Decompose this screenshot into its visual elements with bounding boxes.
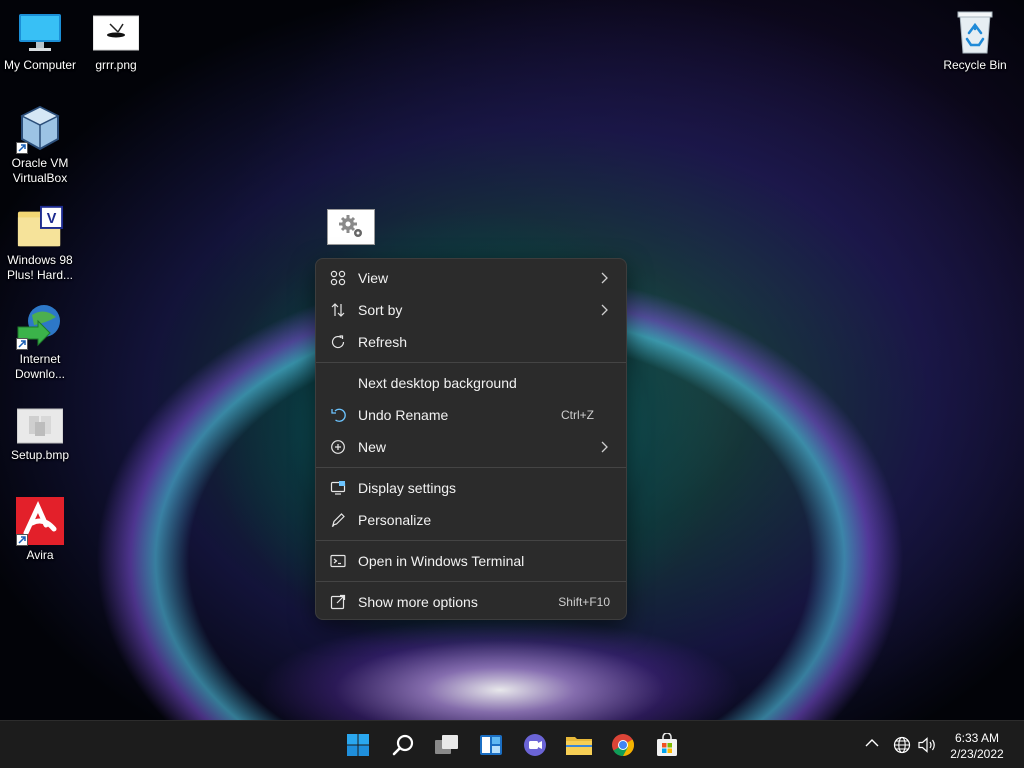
task-view-icon — [435, 735, 458, 754]
teams-chat-button[interactable] — [519, 729, 551, 761]
clock-date: 2/23/2022 — [950, 747, 1004, 761]
desktop-icon-windows98-folder[interactable]: V Windows 98 Plus! Hard... — [0, 203, 80, 283]
menu-separator — [316, 467, 626, 468]
shortcut-arrow-icon — [16, 142, 28, 154]
avira-icon — [16, 496, 64, 546]
view-grid-icon — [330, 270, 346, 286]
menu-item-next-desktop-background[interactable]: Next desktop background — [316, 367, 626, 399]
terminal-icon — [330, 554, 346, 568]
context-menu: View Sort by Refresh Next desktop backgr… — [315, 258, 627, 620]
virtualbox-icon — [16, 104, 64, 154]
menu-separator — [316, 581, 626, 582]
desktop-icon-my-computer[interactable]: My Computer — [0, 10, 80, 73]
gears-icon — [339, 215, 362, 237]
refresh-icon — [331, 335, 345, 349]
desktop-icon-avira[interactable]: Avira — [0, 496, 80, 563]
menu-item-refresh[interactable]: Refresh — [316, 326, 626, 358]
menu-item-personalize[interactable]: Personalize — [316, 504, 626, 536]
menu-item-label: Personalize — [358, 512, 432, 528]
svg-text:V: V — [47, 211, 57, 227]
menu-item-label: Display settings — [358, 480, 457, 496]
menu-item-view[interactable]: View — [316, 262, 626, 294]
menu-item-label: Show more options — [358, 594, 478, 610]
microsoft-store-icon — [657, 733, 677, 756]
desktop-icon-label: Windows 98 Plus! Hard... — [6, 253, 74, 282]
menu-item-label: Sort by — [358, 302, 403, 318]
menu-item-label: Refresh — [358, 334, 408, 350]
chrome-icon — [612, 734, 634, 756]
menu-item-label: Open in Windows Terminal — [358, 553, 525, 569]
desktop-icon-virtualbox[interactable]: Oracle VM VirtualBox — [0, 104, 80, 186]
taskbar: 6:33 AM 2/23/2022 — [0, 720, 1024, 768]
desktop-icon-grrr-png[interactable]: grrr.png — [76, 10, 156, 73]
sort-icon — [331, 303, 345, 317]
menu-item-label: Undo Rename — [358, 407, 449, 423]
new-plus-icon — [331, 440, 345, 454]
desktop-icon-label: Recycle Bin — [943, 58, 1007, 72]
clock-time: 6:33 AM — [954, 731, 1000, 745]
menu-item-sort-by[interactable]: Sort by — [316, 294, 626, 326]
volume-icon[interactable] — [917, 736, 937, 754]
desktop[interactable]: My Computer grrr.png Oracle VM VirtualBo… — [0, 0, 1024, 720]
menu-item-label: View — [358, 270, 389, 286]
menu-item-label: Next desktop background — [358, 375, 517, 391]
menu-item-show-more-options[interactable]: Show more options Shift+F10 — [316, 586, 626, 618]
widgets-icon — [480, 735, 502, 755]
widgets-button[interactable] — [475, 729, 507, 761]
computer-icon — [16, 10, 64, 56]
folder-icon: V — [16, 203, 64, 251]
task-view-button[interactable] — [431, 729, 463, 761]
shortcut-arrow-icon — [16, 534, 28, 546]
menu-item-shortcut: Ctrl+Z — [561, 408, 594, 422]
chevron-right-icon — [601, 441, 608, 453]
dragged-item-icon[interactable] — [327, 209, 375, 245]
chevron-right-icon — [601, 272, 608, 284]
desktop-icon-label: Avira — [26, 548, 54, 562]
chevron-right-icon — [601, 304, 608, 316]
file-explorer-button[interactable] — [563, 729, 595, 761]
desktop-icon-internet-download-manager[interactable]: Internet Downlo... — [0, 300, 80, 382]
menu-item-label: New — [358, 439, 387, 455]
menu-item-shortcut: Shift+F10 — [558, 595, 610, 609]
menu-item-display-settings[interactable]: Display settings — [316, 472, 626, 504]
file-explorer-icon — [566, 737, 592, 755]
network-globe-icon[interactable] — [893, 736, 911, 754]
display-icon — [330, 481, 346, 495]
recycle-bin-icon — [951, 8, 999, 56]
external-icon — [330, 594, 346, 610]
chrome-button[interactable] — [607, 729, 639, 761]
search-icon — [392, 734, 414, 756]
desktop-icon-label: Oracle VM VirtualBox — [11, 156, 69, 185]
start-icon — [347, 734, 369, 756]
bitmap-file-icon — [16, 406, 64, 446]
menu-separator — [316, 362, 626, 363]
show-hidden-icons-chevron-icon[interactable] — [865, 738, 879, 748]
internet-download-manager-icon — [16, 300, 64, 350]
desktop-icon-label: My Computer — [3, 58, 77, 72]
search-button[interactable] — [387, 729, 419, 761]
menu-separator — [316, 540, 626, 541]
pen-icon — [331, 513, 345, 528]
desktop-icon-setup-bmp[interactable]: Setup.bmp — [0, 406, 80, 463]
teams-chat-icon — [524, 734, 546, 756]
desktop-icon-recycle-bin[interactable]: Recycle Bin — [935, 8, 1015, 73]
menu-item-new[interactable]: New — [316, 431, 626, 463]
desktop-icon-label: grrr.png — [95, 58, 137, 72]
menu-item-undo-rename[interactable]: Undo Rename Ctrl+Z — [316, 399, 626, 431]
desktop-icon-label: Setup.bmp — [10, 448, 70, 462]
desktop-icon-label: Internet Downlo... — [14, 352, 66, 381]
microsoft-store-button[interactable] — [651, 729, 683, 761]
undo-icon — [331, 408, 346, 422]
shortcut-arrow-icon — [16, 338, 28, 350]
menu-item-open-in-windows-terminal[interactable]: Open in Windows Terminal — [316, 545, 626, 577]
start-button[interactable] — [342, 729, 374, 761]
image-file-icon — [92, 10, 140, 56]
taskbar-clock[interactable]: 6:33 AM 2/23/2022 — [940, 730, 1014, 762]
